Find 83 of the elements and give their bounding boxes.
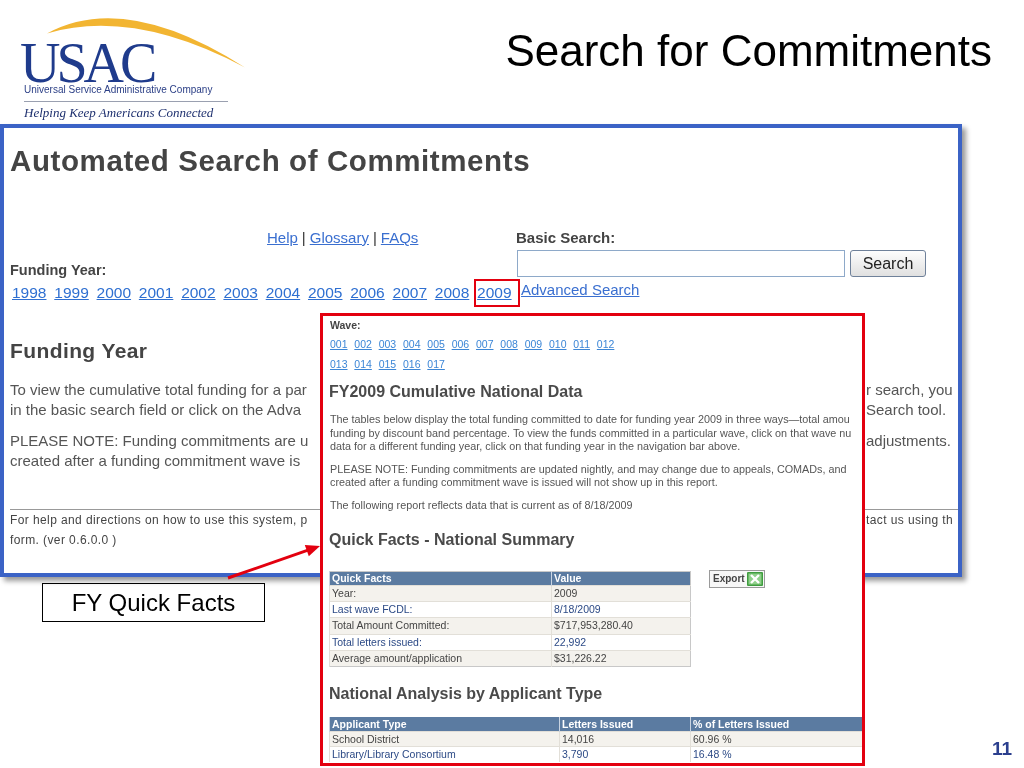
wave-link[interactable]: 005 (427, 334, 445, 354)
export-button[interactable]: Export (709, 570, 765, 588)
table-cell: 14,016 (559, 731, 691, 747)
wave-link[interactable]: 008 (500, 334, 518, 354)
footer-text: For help and directions on how to use this system, p form. (ver 0.6.0.0 ) (10, 512, 308, 549)
column-header: Value (551, 571, 691, 586)
report-heading: FY2009 Cumulative National Data (329, 382, 583, 402)
page-heading: Automated Search of Commitments (10, 144, 531, 178)
wave-link[interactable]: 013 (330, 354, 348, 374)
table-cell: Last wave FCDL: (329, 601, 552, 618)
wave-link[interactable]: 012 (596, 334, 615, 354)
footer-text: tact us using th (866, 512, 955, 529)
table-cell: $717,953,280.40 (551, 617, 691, 635)
year-link[interactable]: 1998 (12, 283, 47, 303)
wave-link[interactable]: 009 (524, 334, 543, 354)
section-heading: National Analysis by Applicant Type (329, 684, 603, 705)
field-label: Funding Year: (10, 262, 107, 278)
body-text: The following report reflects data that is current as of 8/18/2009 (330, 498, 633, 512)
wave-link[interactable]: 016 (403, 354, 421, 374)
section-heading: Quick Facts - National Summary (329, 530, 575, 550)
logo-tagline: Helping Keep Americans Connected (24, 105, 214, 121)
wave-link[interactable]: 007 (475, 334, 494, 354)
year-link[interactable]: 2009 (474, 279, 520, 307)
page-number: 11 (991, 739, 1012, 759)
year-link[interactable]: 2000 (96, 283, 132, 303)
table-cell: Library/Library Consortium (329, 746, 560, 763)
year-link[interactable]: 2008 (434, 283, 470, 303)
table-cell: Total Amount Committed: (329, 617, 552, 635)
body-text: adjustments. (866, 431, 953, 451)
year-link[interactable]: 1999 (54, 283, 89, 303)
wave-link[interactable]: 001 (330, 334, 348, 354)
wave-link[interactable]: 002 (354, 334, 372, 354)
table-cell: 8/18/2009 (551, 601, 691, 618)
table-cell: 3,790 (559, 746, 691, 763)
link-separator: | (301, 229, 306, 246)
link-separator: | (372, 229, 377, 246)
table-cell: Year: (329, 585, 552, 602)
wave-link[interactable]: 010 (548, 334, 567, 354)
table-cell: School District (329, 731, 560, 747)
column-header: Letters Issued (559, 717, 691, 732)
body-text: r search, you Search tool. (866, 380, 954, 420)
table-cell: 16.48 % (690, 746, 862, 763)
wave-link[interactable]: 003 (378, 334, 397, 354)
wave-label: Wave: (330, 319, 361, 332)
body-text: PLEASE NOTE: Funding commitments are u created after a funding commitment wave is (10, 431, 309, 471)
body-text: PLEASE NOTE: Funding commitments are updated nightly, and may change due to appeals, COMADs, and created after a funding commitment wave is issued will not show up in this report. (330, 462, 847, 490)
table-cell: Total letters issued: (329, 634, 552, 651)
year-link[interactable]: 2007 (392, 283, 427, 303)
year-link[interactable]: 2003 (223, 283, 258, 303)
year-link[interactable]: 2005 (307, 283, 343, 303)
search-field[interactable] (517, 250, 845, 277)
search-label: Basic Search: (516, 229, 616, 247)
search-button[interactable]: Search (850, 250, 926, 277)
wave-link[interactable]: 011 (573, 334, 591, 354)
wave-link[interactable]: 015 (378, 354, 397, 374)
spreadsheet-icon (747, 572, 763, 586)
wave-link[interactable]: 006 (451, 334, 470, 354)
year-link[interactable]: 2006 (350, 283, 385, 303)
wave-link[interactable]: 017 (427, 354, 445, 374)
year-link[interactable]: 2004 (265, 283, 301, 303)
year-link[interactable]: 2002 (181, 283, 216, 303)
table-cell: 22,992 (551, 634, 691, 651)
column-header: Applicant Type (329, 717, 560, 732)
body-text: The tables below display the total funding committed to date for funding year 2009 in three ways—total amou funding by discount band percentage. To view the funds committed in a particular wave, click on that wave nu data for a different funding year, click on that funding year in the navigation bar above. (330, 413, 852, 454)
company-name: Universal Service Administrative Company (24, 84, 213, 95)
table-cell: 60.96 % (690, 731, 862, 747)
header-link[interactable]: FAQs (380, 229, 419, 246)
advanced-search-link[interactable]: Advanced Search (521, 281, 640, 299)
header-link[interactable]: Glossary (309, 229, 369, 246)
table-cell: $31,226.22 (551, 650, 691, 667)
year-link[interactable]: 2001 (138, 283, 174, 303)
section-heading: Funding Year (10, 338, 148, 364)
logo-wordmark: USAC (20, 42, 154, 84)
header-link[interactable]: Help (267, 229, 298, 246)
callout-label: FY Quick Facts (42, 583, 265, 622)
table-cell: 2009 (551, 585, 691, 602)
body-text: To view the cumulative total funding for a par in the basic search field or click on the Adva (10, 380, 307, 420)
column-header: % of Letters Issued (690, 717, 862, 732)
wave-link[interactable]: 014 (354, 354, 372, 374)
wave-link[interactable]: 004 (403, 334, 421, 354)
table-cell: Average amount/application (329, 650, 552, 667)
slide-title: Search for Commitments (505, 29, 992, 73)
column-header: Quick Facts (329, 571, 552, 586)
